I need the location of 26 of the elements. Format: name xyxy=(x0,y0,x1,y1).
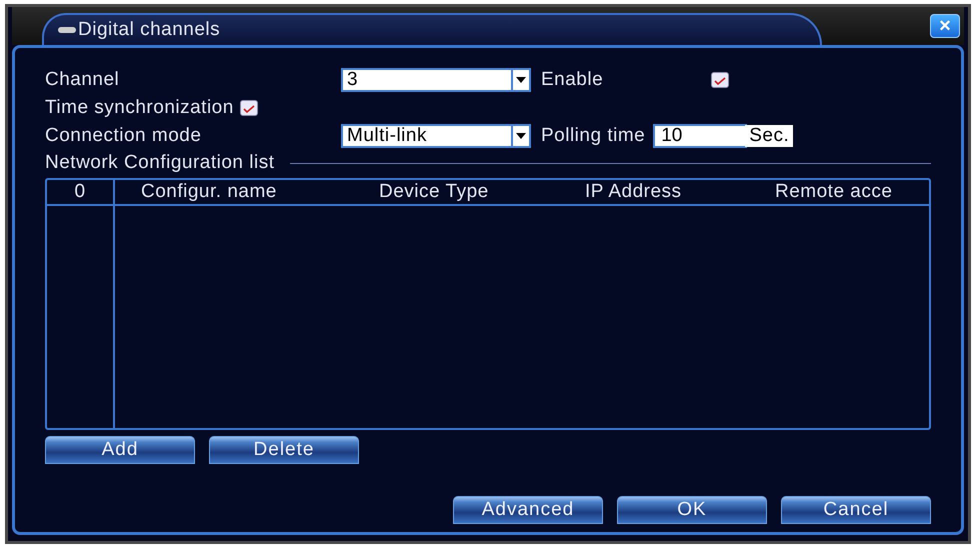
window-title: Digital channels xyxy=(78,19,220,41)
table-action-button[interactable]: Delete xyxy=(209,436,359,464)
title-icon xyxy=(58,27,76,33)
field-label: Connection mode xyxy=(45,125,202,147)
enable-checkbox[interactable] xyxy=(711,72,729,88)
channel-dropdown[interactable]: 3 xyxy=(341,68,531,92)
column-header: IP Address xyxy=(585,181,683,203)
check-icon xyxy=(714,76,726,84)
check-icon xyxy=(242,104,255,112)
unit-label: Sec. xyxy=(745,125,794,147)
column-header: Configur. name xyxy=(141,181,278,203)
section-title: Network Configuration list xyxy=(45,152,274,174)
table-action-button[interactable]: Add xyxy=(45,436,195,464)
field-label: Channel xyxy=(45,69,120,91)
column-header: 0 xyxy=(47,180,115,204)
dialog-button[interactable]: OK xyxy=(617,496,767,524)
field-label: Polling time xyxy=(541,125,646,147)
dialog-button[interactable]: Cancel xyxy=(781,496,931,524)
field-label: Time synchronization xyxy=(45,97,234,119)
time-sync-checkbox[interactable] xyxy=(240,100,258,116)
connection-mode-dropdown[interactable]: Multi-link xyxy=(341,124,531,148)
dialog-button[interactable]: Advanced xyxy=(453,496,603,524)
polling-time-field[interactable]: 10 xyxy=(653,124,748,148)
column-header: Remote acce xyxy=(775,181,892,203)
column-header: Device Type xyxy=(379,181,490,203)
field-label: Enable xyxy=(541,69,604,91)
